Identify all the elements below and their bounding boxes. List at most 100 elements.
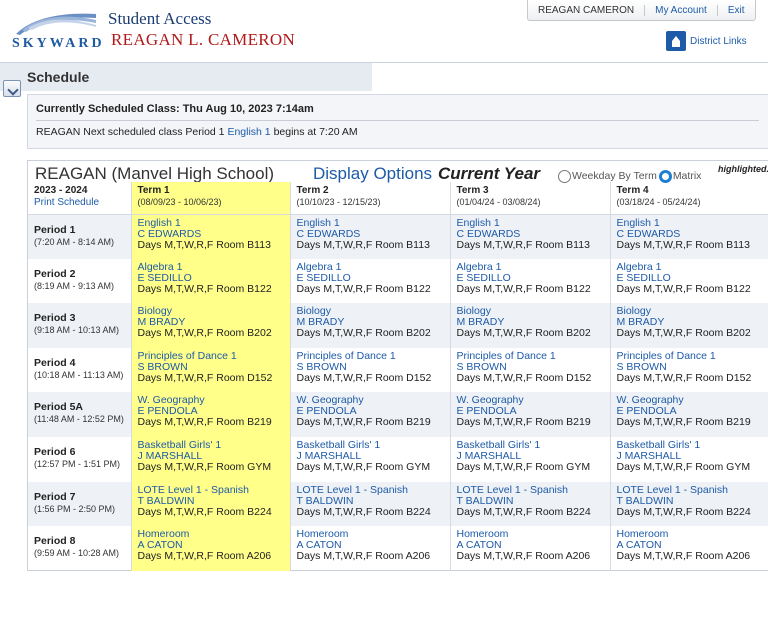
current-class-text: Currently Scheduled Class: Thu Aug 10, 2… (36, 103, 314, 115)
days-room: Days M,T,W,R,F Room B219 (137, 416, 272, 429)
course-link[interactable]: LOTE Level 1 - Spanish (617, 484, 764, 496)
year-header: 2023 - 2024 Print Schedule (28, 182, 131, 215)
print-schedule-link[interactable]: Print Schedule (34, 197, 125, 209)
period-cell: Period 2 (8:19 AM - 9:13 AM) (28, 259, 131, 304)
page-title: Schedule (27, 69, 90, 85)
days-room: Days M,T,W,R,F Room B113 (137, 238, 271, 251)
class-cell: W. Geography E PENDOLA Days M,T,W,R,F Room… (130, 392, 290, 437)
district-home-icon (666, 31, 686, 51)
teacher-link[interactable]: E SEDILLO (617, 272, 764, 284)
teacher-link[interactable]: E SEDILLO (138, 272, 284, 284)
course-link[interactable]: Algebra 1 (617, 261, 764, 273)
period-name: Period 8 (34, 535, 76, 548)
class-cell: Biology M BRADY Days M,T,W,R,F Room B202 (609, 303, 768, 348)
period-name: Period 2 (34, 267, 76, 280)
term-dates: (03/18/24 - 05/24/24) (616, 197, 701, 207)
collapse-menu-button[interactable] (3, 80, 21, 97)
period-row: Period 1 (7:20 AM - 8:14 AM) English 1C ED… (28, 214, 768, 259)
my-account-link[interactable]: My Account (644, 4, 717, 16)
class-cell: Basketball Girls' 1J MARSHALL Days M,T,W,… (449, 436, 610, 482)
course-link[interactable]: LOTE Level 1 - Spanish (297, 484, 444, 496)
teacher-link[interactable]: T BALDWIN (457, 495, 604, 507)
days-room: Days M,T,W,R,F Room B224 (296, 505, 431, 518)
class-cell: Biology M BRADY Days M,T,W,R,F Room B202 (130, 303, 290, 348)
days-room: Days M,T,W,R,F Room A206 (137, 550, 272, 563)
teacher-link[interactable]: T BALDWIN (297, 495, 444, 507)
class-cell: Principles of Dance 1S BROWN Days M,T,W,R… (609, 347, 768, 393)
days-room: Days M,T,W,R,F Room B219 (456, 416, 591, 429)
next-class-suffix: begins at 7:20 AM (273, 126, 358, 138)
days-room: Days M,T,W,R,F Room D152 (296, 371, 432, 384)
app-name: Student Access (108, 9, 212, 28)
course-link[interactable]: Algebra 1 (297, 261, 444, 273)
schedule-table: 2023 - 2024 Print Schedule Term 1 (08/09… (28, 182, 768, 571)
next-class-course-link[interactable]: English 1 (227, 126, 270, 138)
teacher-link[interactable]: E SEDILLO (457, 272, 604, 284)
days-room: Days M,T,W,R,F Room B122 (137, 282, 272, 295)
course-link[interactable]: Algebra 1 (138, 261, 284, 273)
course-link[interactable]: Algebra 1 (457, 261, 604, 273)
period-name: Period 5A (34, 401, 84, 414)
term-dates: (01/04/24 - 03/08/24) (456, 197, 541, 207)
period-name: Period 3 (34, 312, 76, 325)
days-room: Days M,T,W,R,F Room B113 (296, 238, 430, 251)
exit-link[interactable]: Exit (716, 4, 755, 16)
course-link[interactable]: English 1 (138, 217, 284, 229)
period-name: Period 7 (34, 490, 76, 503)
period-time: (11:48 AM - 12:52 PM) (34, 414, 124, 425)
teacher-link[interactable]: T BALDWIN (617, 495, 764, 507)
weekday-by-term-radio[interactable] (558, 169, 571, 183)
class-cell: W. Geography E PENDOLA Days M,T,W,R,F Room… (289, 392, 450, 437)
class-cell: English 1C EDWARDS Days M,T,W,R,F Room B1… (449, 214, 610, 259)
teacher-link[interactable]: C EDWARDS (617, 228, 764, 240)
schedule-header-row: 2023 - 2024 Print Schedule Term 1 (08/09… (28, 182, 768, 215)
days-room: Days M,T,W,R,F Room B224 (456, 505, 591, 518)
course-link[interactable]: LOTE Level 1 - Spanish (457, 484, 604, 496)
period-cell: Period 4 (10:18 AM - 11:13 AM) (28, 348, 131, 393)
course-link[interactable]: English 1 (617, 217, 764, 229)
grid-header: REAGAN (Manvel High School) Display Opti… (28, 161, 768, 186)
days-room: Days M,T,W,R,F Room B202 (296, 327, 431, 340)
class-cell: Principles of Dance 1S BROWN Days M,T,W,R… (289, 347, 450, 393)
term-name: Term 2 (296, 185, 329, 196)
district-links-button[interactable]: District Links (666, 31, 747, 51)
next-class-prefix: REAGAN Next scheduled class Period 1 (36, 126, 225, 138)
days-room: Days M,T,W,R,F Room GYM (616, 460, 751, 473)
period-row: Period 7 (1:56 PM - 2:50 PM) LOTE Level 1 … (28, 481, 768, 527)
period-time: (9:18 AM - 10:13 AM) (34, 325, 120, 336)
teacher-link[interactable]: C EDWARDS (457, 228, 604, 240)
course-link[interactable]: LOTE Level 1 - Spanish (138, 484, 284, 496)
skyward-logo: SKYWARD (12, 8, 102, 56)
top-account-bar: REAGAN CAMERON My Account Exit (527, 0, 756, 21)
school-year: 2023 - 2024 (34, 185, 88, 196)
term-name: Term 1 (137, 185, 170, 196)
period-row: Period 2 (8:19 AM - 9:13 AM) Algebra 1E SE… (28, 258, 768, 304)
matrix-radio[interactable] (658, 169, 672, 183)
class-cell: Homeroom A CATON Days M,T,W,R,F Room A206 (289, 526, 450, 571)
class-cell: English 1C EDWARDS Days M,T,W,R,F Room B1… (130, 214, 290, 259)
display-options-link[interactable]: Display Options (313, 164, 432, 184)
teacher-link[interactable]: E SEDILLO (297, 272, 444, 284)
class-cell: Homeroom A CATON Days M,T,W,R,F Room A206 (609, 526, 768, 571)
term-header: Term 1 (08/09/23 - 10/06/23) (130, 182, 290, 215)
teacher-link[interactable]: C EDWARDS (297, 228, 444, 240)
course-link[interactable]: English 1 (297, 217, 444, 229)
days-room: Days M,T,W,R,F Room GYM (456, 460, 591, 473)
class-cell: Biology M BRADY Days M,T,W,R,F Room B202 (449, 303, 610, 348)
period-cell: Period 8 (9:59 AM - 10:28 AM) (28, 526, 131, 571)
class-cell: Algebra 1E SEDILLO Days M,T,W,R,F Room B1… (449, 258, 610, 304)
current-class-info: Currently Scheduled Class: Thu Aug 10, 2… (27, 94, 768, 149)
days-room: Days M,T,W,R,F Room A206 (456, 550, 591, 563)
period-name: Period 4 (34, 356, 76, 369)
teacher-link[interactable]: C EDWARDS (138, 228, 284, 240)
teacher-link[interactable]: T BALDWIN (138, 495, 284, 507)
class-cell: Homeroom A CATON Days M,T,W,R,F Room A206 (130, 526, 290, 571)
class-cell: LOTE Level 1 - Spanish T BALDWIN Days M,T,… (449, 481, 610, 527)
course-link[interactable]: English 1 (457, 217, 604, 229)
days-room: Days M,T,W,R,F Room A206 (616, 550, 751, 563)
period-name: Period 1 (34, 223, 76, 236)
period-time: (10:18 AM - 11:13 AM) (34, 369, 124, 380)
header: SKYWARD Student Access REAGAN L. CAMERON… (0, 0, 768, 62)
days-room: Days M,T,W,R,F Room B113 (616, 238, 750, 251)
grid-student-school: REAGAN (Manvel High School) (35, 164, 275, 183)
